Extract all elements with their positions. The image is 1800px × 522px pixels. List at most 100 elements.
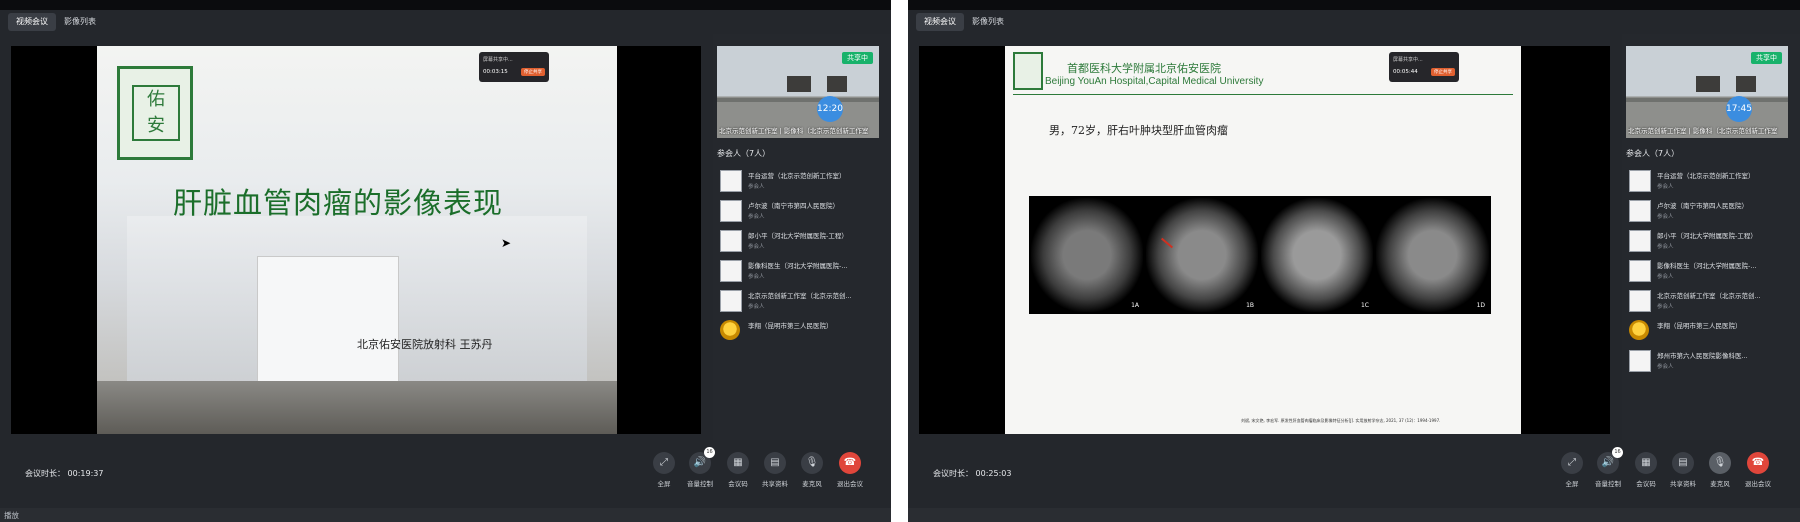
sharing-overlay: 屏幕共享中... 00:03:15 停止共享 (479, 52, 549, 82)
volume-button[interactable]: 🔊 16 音量控制 (1588, 447, 1628, 488)
control-bar: 会议时长： 00:25:03 ⤢ 全屏 🔊 16 音量控制 ▦ 会议码 ▤ 共享资料 🎙 麦… (908, 440, 1800, 508)
status-text: 播放 (4, 511, 19, 520)
participant-item[interactable]: 郑州市第六人民医院影像科医... 参会人 (1626, 346, 1794, 376)
participant-role: 参会人 (1657, 304, 1674, 310)
meeting-code-button[interactable]: ▦ 会议码 (718, 452, 758, 488)
avatar (720, 230, 742, 252)
camera-preview[interactable]: 共享中 17:45 北京示范创新工作室 | 影像科（北京示范创新工作室 (1626, 46, 1788, 138)
hangup-icon: ☎ (1747, 452, 1769, 474)
participant-item[interactable]: 卢尔波（南宁市第四人民医院） 参会人 (1626, 196, 1794, 226)
participant-item[interactable]: 平台运营（北京示范创新工作室） 参会人 (717, 166, 885, 196)
microphone-button[interactable]: 🎙 麦克风 (792, 452, 832, 488)
street-area (97, 381, 617, 434)
meeting-duration: 会议时长： 00:19:37 (25, 469, 104, 478)
meeting-window-right: 视频会议 影像列表 首都医科大学附属北京佑安医院 Beijing YouAn H… (908, 0, 1800, 522)
camera-caption: 北京示范创新工作室 | 影像科（北京示范创新工作室 (719, 127, 869, 135)
clock-badge: 17:45 (1726, 96, 1752, 122)
participant-role: 参会人 (748, 304, 765, 310)
volume-badge: 16 (1612, 447, 1623, 458)
participant-item[interactable]: 李翔（昆明市第三人民医院） (1626, 316, 1794, 346)
share-material-button[interactable]: ▤ 共享资料 (755, 452, 795, 488)
hospital-name-en: Beijing YouAn Hospital,Capital Medical U… (1045, 76, 1264, 87)
status-bar (908, 508, 1800, 522)
participant-item[interactable]: 北京示范创新工作室（北京示范创... 参会人 (717, 286, 885, 316)
meeting-code-button[interactable]: ▦ 会议码 (1626, 452, 1666, 488)
participant-item[interactable]: 李翔（昆明市第三人民医院） (717, 316, 885, 346)
tab-video-meeting[interactable]: 视频会议 (916, 13, 964, 31)
sharing-badge: 共享中 (1751, 52, 1782, 64)
meeting-duration: 会议时长： 00:25:03 (933, 469, 1012, 478)
camera-shelf (717, 98, 879, 102)
title-bar (0, 0, 891, 10)
fullscreen-icon: ⤢ (653, 452, 675, 474)
participant-item[interactable]: 郎小平（河北大学附属医院-工程） 参会人 (1626, 226, 1794, 256)
hospital-logo: 佑安 (117, 66, 193, 160)
ct-panel: 1A (1031, 198, 1143, 312)
participant-name: 卢尔波（南宁市第四人民医院） (1657, 202, 1748, 210)
participant-item[interactable]: 北京示范创新工作室（北京示范创... 参会人 (1626, 286, 1794, 316)
leave-meeting-button[interactable]: ☎ 退出会议 (830, 452, 870, 488)
participant-role: 参会人 (748, 244, 765, 250)
stop-sharing-button[interactable]: 停止共享 (1431, 68, 1455, 76)
mouse-cursor-icon: ➤ (501, 236, 512, 250)
avatar (1629, 260, 1651, 282)
avatar (720, 320, 740, 340)
volume-icon: 🔊 16 (1597, 447, 1623, 474)
avatar (720, 260, 742, 282)
participant-role: 参会人 (748, 184, 765, 190)
participant-role: 参会人 (1657, 244, 1674, 250)
meeting-main: 佑安 肝脏血管肉瘤的影像表现 北京佑安医院放射科 王苏丹 ➤ 屏幕共享中... … (0, 34, 891, 440)
participant-role: 参会人 (1657, 274, 1674, 280)
meeting-main: 首都医科大学附属北京佑安医院 Beijing YouAn Hospital,Ca… (908, 34, 1800, 440)
microphone-icon: 🎙 (801, 452, 823, 474)
camera-preview[interactable]: 共享中 12:20 北京示范创新工作室 | 影像科（北京示范创新工作室 (717, 46, 879, 138)
tab-image-list[interactable]: 影像列表 (964, 13, 1012, 31)
participant-item[interactable]: 卢尔波（南宁市第四人民医院） 参会人 (717, 196, 885, 226)
leave-meeting-button[interactable]: ☎ 退出会议 (1738, 452, 1778, 488)
tab-bar: 视频会议 影像列表 (0, 10, 891, 34)
participants-header: 参会人（7人） (717, 149, 771, 158)
sharing-overlay: 屏幕共享中... 00:05:44 停止共享 (1389, 52, 1459, 82)
sidebar: 共享中 12:20 北京示范创新工作室 | 影像科（北京示范创新工作室 参会人（… (713, 34, 891, 440)
microphone-icon: 🎙 (1709, 452, 1731, 474)
hospital-name-cn: 首都医科大学附属北京佑安医院 (1067, 62, 1221, 75)
hangup-icon: ☎ (839, 452, 861, 474)
tab-image-list[interactable]: 影像列表 (56, 13, 104, 31)
participant-name: 平台运营（北京示范创新工作室） (748, 172, 846, 180)
wall-picture (1736, 76, 1756, 92)
stop-sharing-button[interactable]: 停止共享 (521, 68, 545, 76)
building-entrance (257, 256, 399, 388)
participant-name: 郎小平（河北大学附属医院-工程） (748, 232, 848, 240)
avatar (720, 170, 742, 192)
wall-picture (827, 76, 847, 92)
participant-item[interactable]: 郎小平（河北大学附属医院-工程） 参会人 (717, 226, 885, 256)
participant-item[interactable]: 平台运营（北京示范创新工作室） 参会人 (1626, 166, 1794, 196)
document-icon: ▤ (1672, 452, 1694, 474)
camera-shelf (1626, 98, 1788, 102)
sharing-status: 屏幕共享中... (483, 57, 513, 63)
avatar (1629, 170, 1651, 192)
share-material-button[interactable]: ▤ 共享资料 (1663, 452, 1703, 488)
status-bar: 播放 (0, 508, 891, 522)
avatar (1629, 290, 1651, 312)
microphone-button[interactable]: 🎙 麦克风 (1700, 452, 1740, 488)
fullscreen-button[interactable]: ⤢ 全屏 (644, 452, 684, 488)
participant-item[interactable]: 影像科医生（河北大学附属医院-... 参会人 (717, 256, 885, 286)
sharing-time: 00:03:15 (483, 69, 508, 75)
tab-video-meeting[interactable]: 视频会议 (8, 13, 56, 31)
fullscreen-icon: ⤢ (1561, 452, 1583, 474)
participant-item[interactable]: 影像科医生（河北大学附属医院-... 参会人 (1626, 256, 1794, 286)
participant-name: 卢尔波（南宁市第四人民医院） (748, 202, 839, 210)
tab-bar: 视频会议 影像列表 (908, 10, 1800, 34)
slide-view: 首都医科大学附属北京佑安医院 Beijing YouAn Hospital,Ca… (1005, 46, 1521, 434)
avatar (720, 200, 742, 222)
wall-picture (787, 76, 811, 92)
sidebar: 共享中 17:45 北京示范创新工作室 | 影像科（北京示范创新工作室 参会人（… (1622, 34, 1800, 440)
fullscreen-button[interactable]: ⤢ 全屏 (1552, 452, 1592, 488)
clock-badge: 12:20 (817, 96, 843, 122)
camera-caption: 北京示范创新工作室 | 影像科（北京示范创新工作室 (1628, 127, 1778, 135)
participant-name: 平台运营（北京示范创新工作室） (1657, 172, 1755, 180)
qrcode-icon: ▦ (727, 452, 749, 474)
volume-button[interactable]: 🔊 16 音量控制 (680, 447, 720, 488)
participants-header: 参会人（7人） (1626, 149, 1680, 158)
